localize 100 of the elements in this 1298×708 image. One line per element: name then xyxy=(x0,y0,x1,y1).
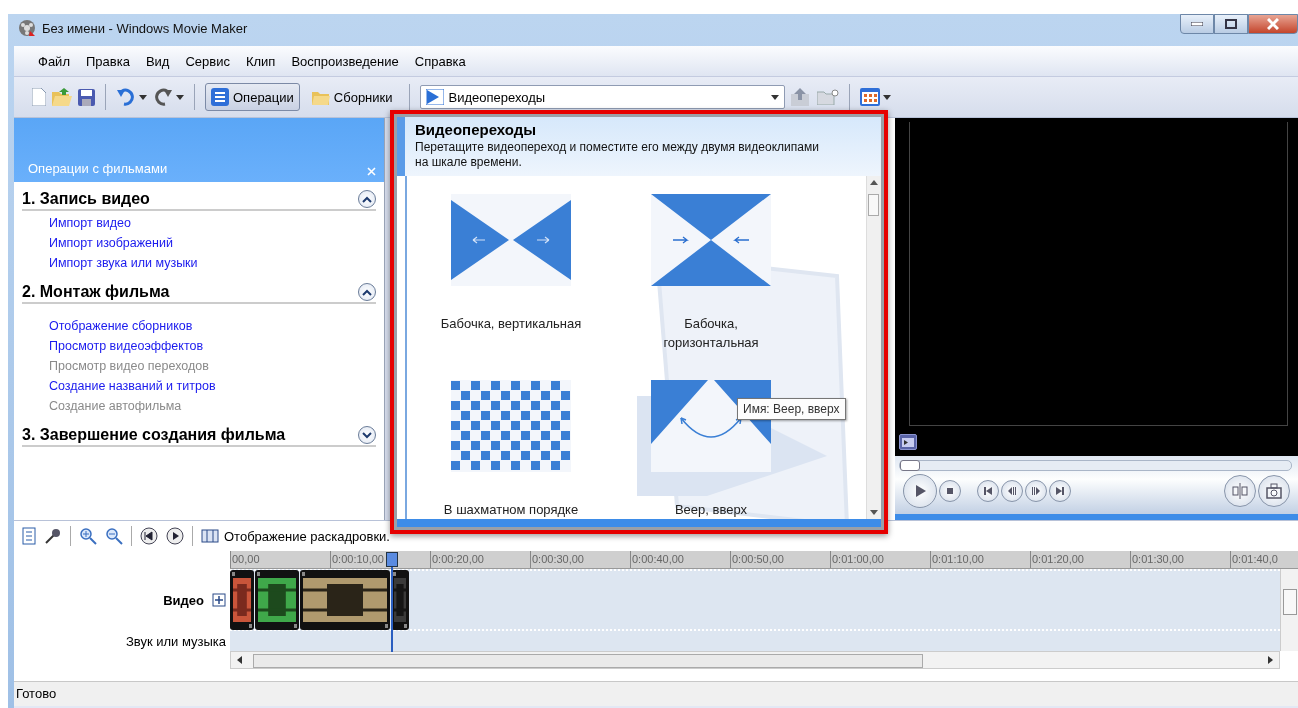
task-link[interactable]: Импорт изображений xyxy=(49,233,376,253)
collection-dropdown[interactable]: Видеопереходы xyxy=(419,85,785,109)
transition-label: Бабочка, горизонтальная xyxy=(662,315,760,352)
split-button[interactable] xyxy=(1224,475,1256,507)
screen-icon xyxy=(902,438,914,447)
menu-item[interactable]: Клип xyxy=(237,50,284,72)
section-toggle-button[interactable] xyxy=(358,283,376,301)
new-folder-icon[interactable] xyxy=(816,89,839,105)
scroll-thumb[interactable] xyxy=(1283,589,1297,615)
zoom-in-icon[interactable] xyxy=(79,527,97,545)
scroll-left-icon[interactable] xyxy=(237,656,242,664)
scroll-thumb[interactable] xyxy=(253,654,923,668)
track-label: Видео xyxy=(163,592,204,608)
collection-title: Видеопереходы xyxy=(415,121,538,138)
seek-thumb[interactable] xyxy=(900,460,920,471)
scroll-down-icon[interactable] xyxy=(870,510,878,515)
section-title: 1. Запись видео xyxy=(22,190,151,208)
menu-item[interactable]: Вид xyxy=(137,50,178,72)
scrollbar[interactable] xyxy=(230,651,1280,669)
menu-item[interactable]: Файл xyxy=(30,50,78,72)
stop-button[interactable] xyxy=(939,480,961,502)
maximize-button[interactable] xyxy=(1214,14,1248,34)
caret-icon xyxy=(770,94,779,100)
play-icon xyxy=(913,484,927,498)
split-icon xyxy=(1232,483,1248,499)
frame-back-button[interactable] xyxy=(1001,480,1023,502)
transition-icon xyxy=(425,89,444,105)
zoom-out-icon[interactable] xyxy=(105,527,123,545)
play-icon[interactable] xyxy=(166,527,184,545)
ruler-label: 0:01:00,00 xyxy=(830,551,930,568)
pane-title: Операции с фильмами xyxy=(28,161,169,176)
fullscreen-button[interactable] xyxy=(899,434,917,450)
ruler-label: 0:00:20,00 xyxy=(430,551,530,568)
next-icon xyxy=(1055,486,1065,496)
views-button[interactable] xyxy=(859,88,891,106)
ruler-label: 0:00:50,00 xyxy=(730,551,830,568)
maximize-icon xyxy=(1225,19,1237,29)
status-text: Готово xyxy=(15,686,57,701)
section-toggle-button[interactable] xyxy=(358,426,376,444)
task-link[interactable]: Отображение сборников xyxy=(49,316,376,336)
time-ruler[interactable]: 00,00 0:00:10,00 0:00:20,00 0:00:30,00 0:00:40,00 0:00:50,00 0:01:00,00 0:01:10,00 0:01:20,00 0:01:30,00 0:01:40,0 xyxy=(230,551,1298,569)
open-folder-icon[interactable] xyxy=(52,88,72,106)
undo-icon xyxy=(116,88,136,106)
chevron-up-icon xyxy=(362,288,372,296)
scroll-up-icon[interactable] xyxy=(870,180,878,185)
grid-icon xyxy=(859,88,880,106)
storyboard-toggle-button[interactable]: Отображение раскадровки. xyxy=(201,528,390,544)
playhead[interactable] xyxy=(386,552,398,652)
transition-label: Веер, вверх xyxy=(673,501,749,519)
rewind-icon[interactable] xyxy=(140,527,158,545)
ruler-label: 0:01:40,0 xyxy=(1230,551,1298,568)
collection-description: Перетащите видеопереход и поместите его между двумя видеоклипами на шкале времени. xyxy=(415,140,820,170)
play-button[interactable] xyxy=(903,474,937,508)
task-link[interactable]: Импорт звука или музыки xyxy=(49,253,376,273)
caret-icon xyxy=(882,94,891,100)
section-title: 2. Монтаж фильма xyxy=(22,283,171,301)
section-title: 3. Завершение создания фильма xyxy=(22,426,287,444)
menu-item[interactable]: Справка xyxy=(406,50,474,72)
tooltip: Имя: Веер, вверх xyxy=(737,398,846,420)
ruler-label: 0:01:10,00 xyxy=(930,551,1030,568)
film-reel-icon xyxy=(18,19,36,37)
undo-button[interactable] xyxy=(116,88,147,106)
task-link[interactable]: Создание названий и титров xyxy=(49,376,376,396)
previous-button[interactable] xyxy=(977,480,999,502)
transition-label: В шахматном порядке xyxy=(442,501,580,519)
checkerboard-drawing[interactable] xyxy=(451,380,571,472)
fan-drawing[interactable] xyxy=(651,380,771,472)
scroll-right-icon[interactable] xyxy=(1268,656,1273,664)
task-link[interactable]: Импорт видео xyxy=(49,213,376,233)
chevron-down-icon xyxy=(362,431,372,439)
frame-forward-button[interactable] xyxy=(1025,480,1047,502)
ruler-label: 0:00:30,00 xyxy=(530,551,630,568)
scrollbar[interactable] xyxy=(1280,569,1298,651)
redo-button[interactable] xyxy=(153,88,184,106)
tasks-button[interactable]: Операции xyxy=(205,83,300,111)
minimize-button[interactable] xyxy=(1180,14,1214,34)
menu-item[interactable]: Правка xyxy=(77,50,138,72)
bowtie-drawing[interactable] xyxy=(451,194,571,286)
video-track[interactable] xyxy=(230,569,1280,631)
task-link[interactable]: Просмотр видеоэффектов xyxy=(49,336,376,356)
hourglass-drawing[interactable] xyxy=(651,194,771,286)
close-icon xyxy=(1267,18,1279,30)
snapshot-button[interactable] xyxy=(1258,475,1290,507)
collections-button[interactable]: Сборники xyxy=(305,84,399,110)
camera-icon xyxy=(1266,483,1282,499)
expand-icon[interactable] xyxy=(212,593,226,607)
close-button[interactable] xyxy=(1248,14,1298,34)
frame-back-icon xyxy=(1007,486,1017,496)
section-toggle-button[interactable] xyxy=(358,190,376,208)
redo-icon xyxy=(153,88,173,106)
caret-icon xyxy=(176,94,184,100)
scroll-thumb[interactable] xyxy=(868,194,879,216)
scrollbar[interactable] xyxy=(866,176,881,519)
menu-item[interactable]: Воспроизведение xyxy=(283,50,407,72)
minimize-icon xyxy=(1191,22,1203,26)
microphone-icon[interactable] xyxy=(44,527,62,545)
next-button[interactable] xyxy=(1049,480,1071,502)
audio-track[interactable] xyxy=(230,631,1280,651)
save-icon[interactable] xyxy=(78,88,95,106)
menu-item[interactable]: Сервис xyxy=(177,50,238,72)
